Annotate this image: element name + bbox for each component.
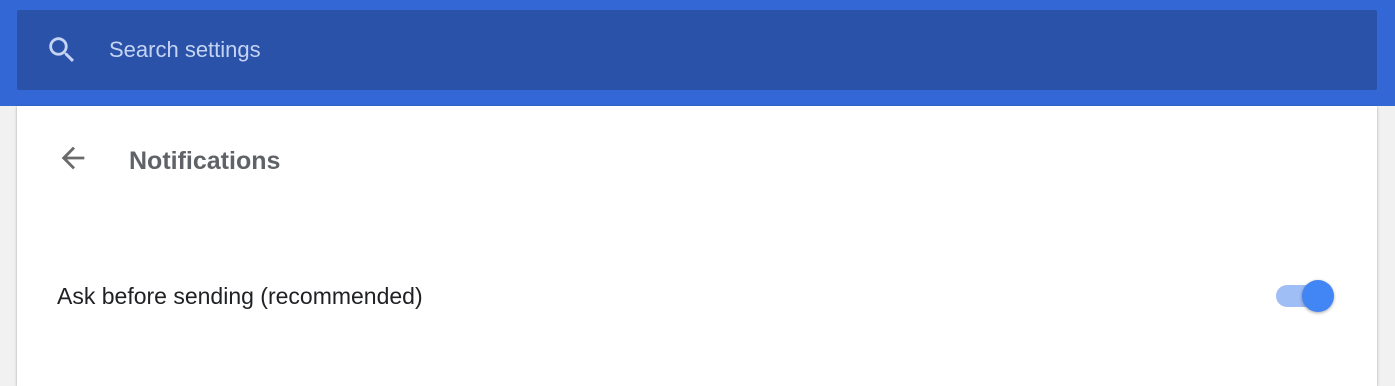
- page-title: Notifications: [129, 147, 281, 175]
- notifications-card: Notifications Ask before sending (recomm…: [17, 106, 1377, 386]
- search-box[interactable]: [17, 10, 1377, 90]
- setting-label-ask-before-sending: Ask before sending (recommended): [57, 283, 423, 309]
- header-bar: [0, 0, 1395, 106]
- arrow-back-icon: [56, 141, 90, 180]
- ask-before-sending-toggle[interactable]: [1274, 279, 1336, 313]
- search-input[interactable]: [109, 30, 1209, 70]
- toggle-knob[interactable]: [1302, 280, 1334, 312]
- search-icon[interactable]: [44, 32, 80, 68]
- back-button[interactable]: [49, 136, 97, 184]
